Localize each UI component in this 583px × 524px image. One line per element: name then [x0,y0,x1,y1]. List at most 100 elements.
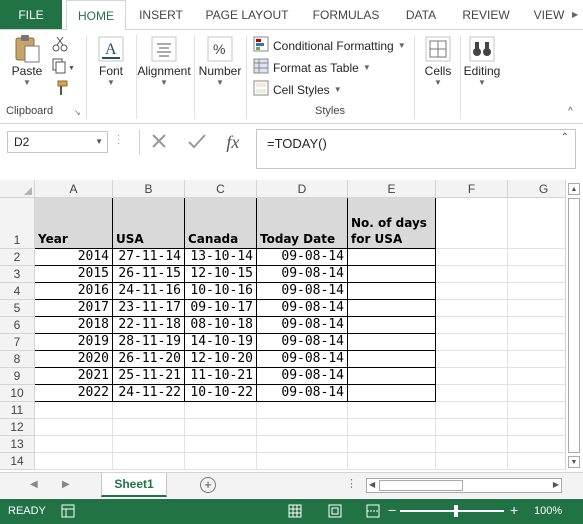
horizontal-scroll-thumb[interactable] [379,480,463,491]
row-header-6[interactable]: 6 [0,317,35,334]
row-header-1[interactable]: 1 [0,198,35,249]
tab-formulas[interactable]: FORMULAS [303,0,389,29]
format-as-table-button[interactable]: Format as Table ▼ [253,58,371,77]
copy-icon[interactable]: ▼ [52,58,75,77]
cell-c11[interactable] [185,402,257,419]
cell-f4[interactable] [436,283,508,300]
table-cell[interactable] [348,368,436,385]
row-header-5[interactable]: 5 [0,300,35,317]
tab-split-handle-icon[interactable]: ⋮ [346,477,357,490]
alignment-button[interactable]: Alignment ▼ [134,34,194,88]
cell-g9[interactable] [508,368,565,385]
cell-f11[interactable] [436,402,508,419]
table-cell[interactable]: 10-10-16 [185,283,257,300]
worksheet-grid[interactable]: A B C D E F G 1 Year USA Canada Today Date No. of da… [0,180,565,470]
table-cell[interactable]: 26-11-20 [113,351,185,368]
table-cell[interactable]: 2019 [35,334,113,351]
cell-d12[interactable] [257,419,348,436]
formula-input[interactable]: =TODAY() ⌃ [256,129,576,169]
table-cell[interactable]: 08-10-18 [185,317,257,334]
cell-b11[interactable] [113,402,185,419]
cell-c14[interactable] [185,453,257,470]
cell-e14[interactable] [348,453,436,470]
row-header-10[interactable]: 10 [0,385,35,402]
tab-insert[interactable]: INSERT [131,0,191,29]
row-header-4[interactable]: 4 [0,283,35,300]
column-header-e[interactable]: E [348,180,436,198]
enter-check-icon[interactable] [187,132,207,153]
table-cell[interactable]: 2018 [35,317,113,334]
add-sheet-icon[interactable]: + [200,477,216,493]
format-painter-icon[interactable] [52,80,68,99]
cut-icon[interactable] [52,36,68,55]
column-header-b[interactable]: B [113,180,185,198]
cell-a11[interactable] [35,402,113,419]
cell-b13[interactable] [113,436,185,453]
table-cell[interactable] [348,317,436,334]
cell-g11[interactable] [508,402,565,419]
cancel-icon[interactable] [150,132,168,153]
vertical-scrollbar[interactable]: ▲ ▼ [565,180,581,470]
collapse-ribbon-icon[interactable]: ^ [568,106,573,117]
cell-b14[interactable] [113,453,185,470]
table-cell[interactable]: 24-11-16 [113,283,185,300]
table-cell[interactable]: 2020 [35,351,113,368]
cell-f12[interactable] [436,419,508,436]
select-all-corner[interactable] [0,180,35,198]
row-header-11[interactable]: 11 [0,402,35,419]
cell-f10[interactable] [436,385,508,402]
column-header-f[interactable]: F [436,180,508,198]
column-header-d[interactable]: D [257,180,348,198]
table-header-cell[interactable]: Canada [185,198,257,249]
table-cell[interactable]: 2014 [35,249,113,266]
table-cell[interactable]: 22-11-18 [113,317,185,334]
paste-caret-icon[interactable]: ▼ [23,78,31,88]
cell-f9[interactable] [436,368,508,385]
cell-c12[interactable] [185,419,257,436]
zoom-out-icon[interactable]: − [388,502,396,518]
table-cell[interactable]: 28-11-19 [113,334,185,351]
table-cell[interactable]: 09-08-14 [257,300,348,317]
table-cell[interactable]: 10-10-22 [185,385,257,402]
table-cell[interactable]: 2015 [35,266,113,283]
name-box[interactable]: D2 ▼ [7,131,108,153]
tab-review[interactable]: REVIEW [456,0,516,29]
cell-a13[interactable] [35,436,113,453]
table-cell[interactable] [348,300,436,317]
cell-g8[interactable] [508,351,565,368]
table-cell[interactable]: 09-08-14 [257,283,348,300]
cell-f2[interactable] [436,249,508,266]
table-cell[interactable]: 09-10-17 [185,300,257,317]
cell-g10[interactable] [508,385,565,402]
tab-view[interactable]: VIEW [527,0,571,29]
conditional-formatting-button[interactable]: Conditional Formatting ▼ [253,36,406,55]
table-header-cell[interactable]: Today Date [257,198,348,249]
row-header-8[interactable]: 8 [0,351,35,368]
table-cell[interactable]: 26-11-15 [113,266,185,283]
table-header-cell[interactable]: No. of days for USA [348,198,436,249]
number-button[interactable]: % Number ▼ [196,34,244,88]
table-cell[interactable]: 09-08-14 [257,334,348,351]
cell-f14[interactable] [436,453,508,470]
sheet-next-icon[interactable]: ▶ [62,479,70,490]
column-header-a[interactable]: A [35,180,113,198]
paste-button[interactable]: Paste ▼ [8,34,46,88]
row-header-9[interactable]: 9 [0,368,35,385]
scroll-up-icon[interactable]: ▲ [568,183,580,195]
zoom-slider[interactable] [400,510,504,512]
table-cell[interactable]: 2017 [35,300,113,317]
table-cell[interactable]: 25-11-21 [113,368,185,385]
expand-formula-bar-icon[interactable]: ⌃ [561,132,569,143]
macro-record-icon[interactable] [60,503,76,519]
sheet-tab-sheet1[interactable]: Sheet1 [101,473,167,497]
tab-data[interactable]: DATA [395,0,447,29]
table-cell[interactable] [348,249,436,266]
table-cell[interactable]: 2016 [35,283,113,300]
cell-g7[interactable] [508,334,565,351]
editing-button[interactable]: Editing ▼ [461,34,503,88]
cell-e11[interactable] [348,402,436,419]
table-cell[interactable]: 12-10-15 [185,266,257,283]
row-header-2[interactable]: 2 [0,249,35,266]
cell-styles-button[interactable]: Cell Styles ▼ [253,80,342,99]
table-cell[interactable]: 2021 [35,368,113,385]
